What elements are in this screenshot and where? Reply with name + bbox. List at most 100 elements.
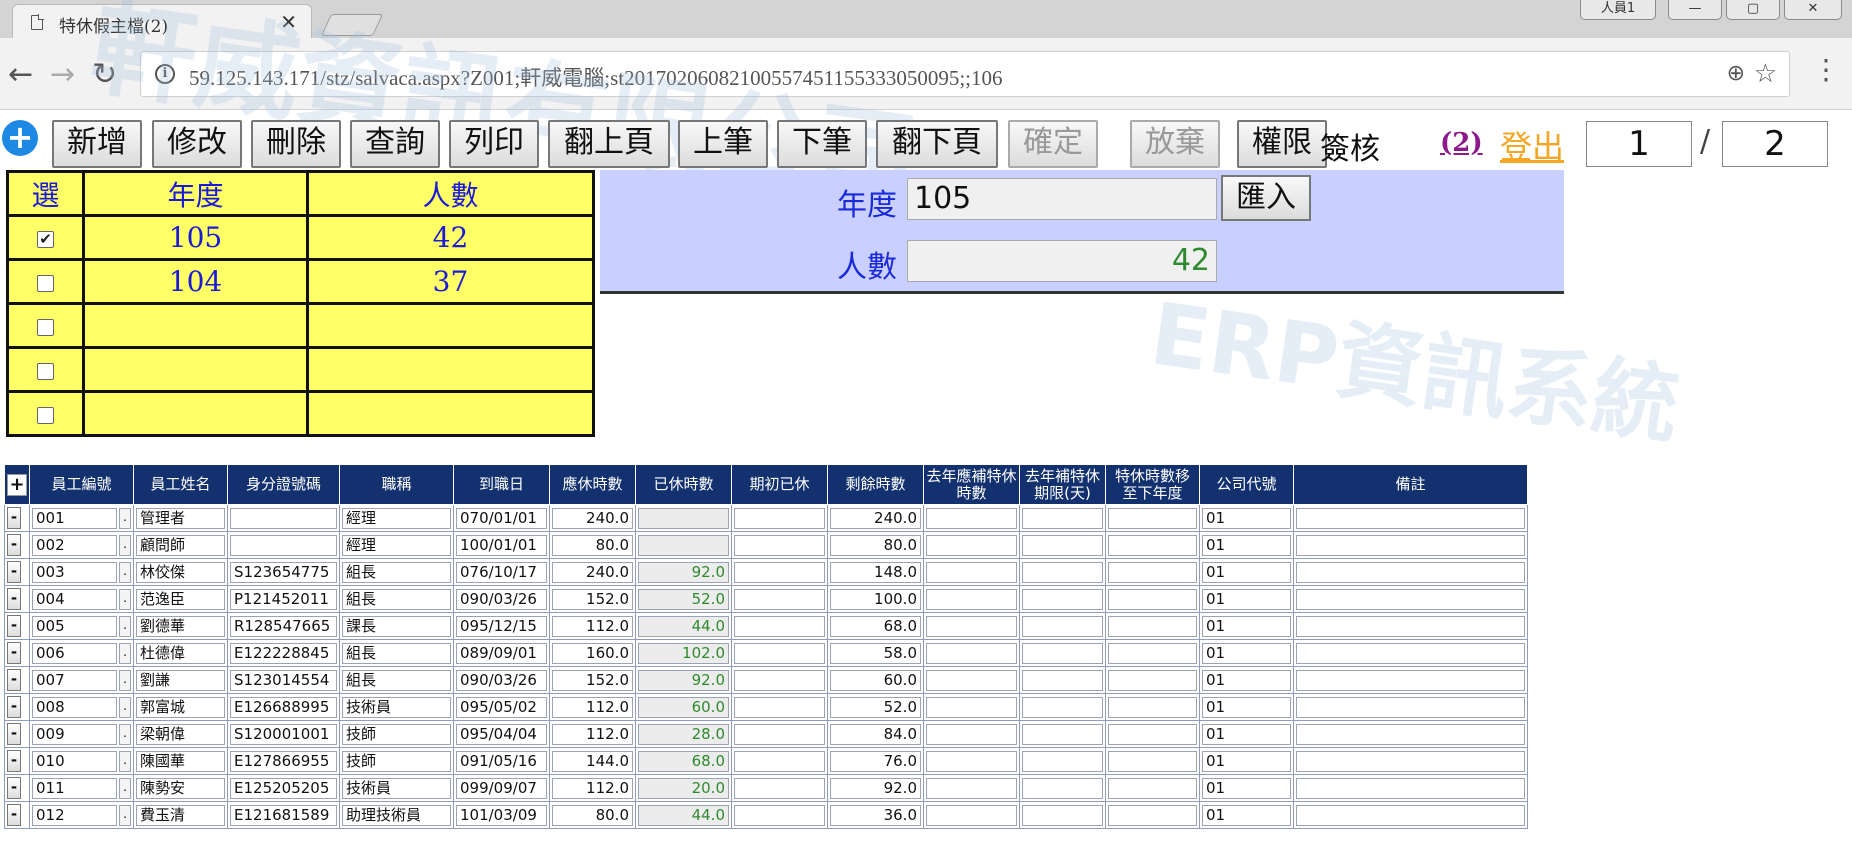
emp-id-input[interactable]: 011	[32, 777, 117, 799]
title-input[interactable]: 技師	[342, 723, 451, 745]
delete-row-button[interactable]: -	[7, 615, 21, 637]
company-code-input[interactable]: 01	[1202, 696, 1291, 718]
table-row[interactable]: -009. 梁朝偉 S120001001 技師 095/04/04 112.0 28.0 84…	[4, 720, 1528, 748]
company-code-input[interactable]: 01	[1202, 588, 1291, 610]
remark-input[interactable]	[1296, 750, 1525, 772]
company-code-input[interactable]: 01	[1202, 534, 1291, 556]
remaining-hours-input[interactable]: 58.0	[830, 642, 921, 664]
lookup-button[interactable]: .	[119, 777, 131, 799]
tab-close-icon[interactable]: ✕	[280, 10, 297, 34]
used-hours-input[interactable]	[638, 534, 729, 556]
table-row[interactable]: -012. 費玉清 E121681589 助理技術員 101/03/09 80.0 44.0…	[4, 801, 1528, 829]
id-number-input[interactable]: E126688995	[230, 696, 337, 718]
last-year-comp-input[interactable]	[926, 534, 1017, 556]
title-input[interactable]: 課長	[342, 615, 451, 637]
id-number-input[interactable]: E125205205	[230, 777, 337, 799]
table-row[interactable]: -006. 杜德偉 E122228845 組長 089/09/01 160.0 102.0 5…	[4, 639, 1528, 667]
carry-over-input[interactable]	[1108, 507, 1197, 529]
used-hours-input[interactable]: 44.0	[638, 804, 729, 826]
add-circle-icon[interactable]: +	[2, 120, 38, 156]
last-year-comp-input[interactable]	[926, 804, 1017, 826]
delete-row-button[interactable]: -	[7, 696, 21, 718]
hire-date-input[interactable]: 076/10/17	[456, 561, 547, 583]
initial-used-input[interactable]	[734, 507, 825, 529]
carry-over-input[interactable]	[1108, 723, 1197, 745]
company-code-input[interactable]: 01	[1202, 507, 1291, 529]
year-row[interactable]	[6, 346, 595, 393]
remaining-hours-input[interactable]: 148.0	[830, 561, 921, 583]
carry-over-input[interactable]	[1108, 804, 1197, 826]
year-input[interactable]: 105	[907, 178, 1217, 220]
id-number-input[interactable]	[230, 534, 337, 556]
carry-over-input[interactable]	[1108, 777, 1197, 799]
used-hours-input[interactable]: 102.0	[638, 642, 729, 664]
emp-id-input[interactable]: 003	[32, 561, 117, 583]
row-checkbox[interactable]	[37, 407, 54, 424]
delete-row-button[interactable]: -	[7, 561, 21, 583]
lookup-button[interactable]: .	[119, 507, 131, 529]
last-year-comp-input[interactable]	[926, 723, 1017, 745]
hire-date-input[interactable]: 099/09/07	[456, 777, 547, 799]
delete-row-button[interactable]: -	[7, 723, 21, 745]
id-number-input[interactable]: S123654775	[230, 561, 337, 583]
back-arrow-icon[interactable]: ←	[8, 60, 33, 90]
year-row[interactable]	[6, 302, 595, 349]
query-button[interactable]: 查詢	[350, 120, 440, 168]
maximize-icon[interactable]: ▢	[1726, 0, 1780, 20]
comp-deadline-input[interactable]	[1022, 561, 1103, 583]
remaining-hours-input[interactable]: 36.0	[830, 804, 921, 826]
entitled-hours-input[interactable]: 144.0	[552, 750, 633, 772]
last-year-comp-input[interactable]	[926, 588, 1017, 610]
comp-deadline-input[interactable]	[1022, 642, 1103, 664]
emp-name-input[interactable]: 顧問師	[136, 534, 225, 556]
emp-name-input[interactable]: 林佼傑	[136, 561, 225, 583]
id-number-input[interactable]: S120001001	[230, 723, 337, 745]
new-tab-button[interactable]	[320, 14, 384, 36]
emp-id-input[interactable]: 009	[32, 723, 117, 745]
carry-over-input[interactable]	[1108, 750, 1197, 772]
comp-deadline-input[interactable]	[1022, 723, 1103, 745]
delete-row-button[interactable]: -	[7, 507, 21, 529]
entitled-hours-input[interactable]: 240.0	[552, 507, 633, 529]
comp-deadline-input[interactable]	[1022, 534, 1103, 556]
entitled-hours-input[interactable]: 240.0	[552, 561, 633, 583]
row-checkbox[interactable]	[37, 319, 54, 336]
delete-row-button[interactable]: -	[7, 804, 21, 826]
next-page-button[interactable]: 翻下頁	[876, 120, 998, 168]
lookup-button[interactable]: .	[119, 561, 131, 583]
comp-deadline-input[interactable]	[1022, 669, 1103, 691]
used-hours-input[interactable]: 52.0	[638, 588, 729, 610]
add-row-button[interactable]: +	[7, 473, 27, 496]
carry-over-input[interactable]	[1108, 534, 1197, 556]
remark-input[interactable]	[1296, 777, 1525, 799]
entitled-hours-input[interactable]: 80.0	[552, 534, 633, 556]
remaining-hours-input[interactable]: 100.0	[830, 588, 921, 610]
permission-button[interactable]: 權限	[1237, 120, 1327, 168]
carry-over-input[interactable]	[1108, 615, 1197, 637]
lookup-button[interactable]: .	[119, 642, 131, 664]
hire-date-input[interactable]: 070/01/01	[456, 507, 547, 529]
remark-input[interactable]	[1296, 642, 1525, 664]
last-year-comp-input[interactable]	[926, 507, 1017, 529]
comp-deadline-input[interactable]	[1022, 750, 1103, 772]
forward-arrow-icon[interactable]: →	[50, 60, 75, 90]
page-current-input[interactable]: 1	[1586, 121, 1692, 167]
emp-name-input[interactable]: 陳國華	[136, 750, 225, 772]
hire-date-input[interactable]: 100/01/01	[456, 534, 547, 556]
cancel-button[interactable]: 放棄	[1130, 120, 1220, 168]
id-number-input[interactable]: E127866955	[230, 750, 337, 772]
add-button[interactable]: 新增	[52, 120, 142, 168]
title-input[interactable]: 技術員	[342, 696, 451, 718]
entitled-hours-input[interactable]: 112.0	[552, 615, 633, 637]
table-row[interactable]: -003. 林佼傑 S123654775 組長 076/10/17 240.0 92.0 14…	[4, 558, 1528, 586]
comp-deadline-input[interactable]	[1022, 507, 1103, 529]
id-number-input[interactable]: E121681589	[230, 804, 337, 826]
title-input[interactable]: 技術員	[342, 777, 451, 799]
used-hours-input[interactable]: 44.0	[638, 615, 729, 637]
used-hours-input[interactable]: 68.0	[638, 750, 729, 772]
carry-over-input[interactable]	[1108, 696, 1197, 718]
emp-id-input[interactable]: 010	[32, 750, 117, 772]
emp-id-input[interactable]: 007	[32, 669, 117, 691]
title-input[interactable]: 組長	[342, 588, 451, 610]
carry-over-input[interactable]	[1108, 669, 1197, 691]
